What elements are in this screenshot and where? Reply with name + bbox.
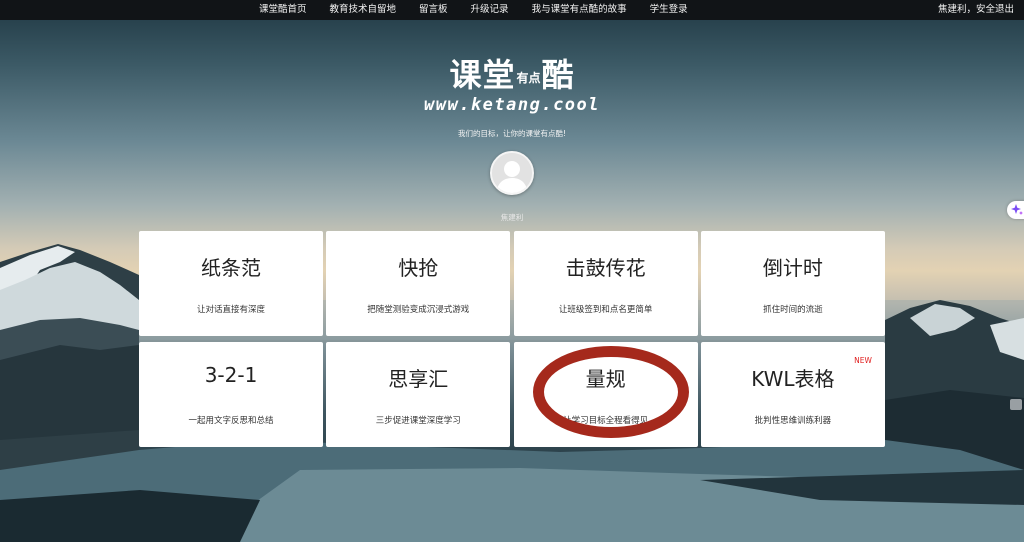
user-area: 焦建利，安全退出 (938, 0, 1014, 20)
card-jigu-chuanhua[interactable]: 击鼓传花 让班级签到和点名更简单 (513, 231, 698, 336)
card-title: 倒计时 (762, 256, 823, 280)
nav-edtech-link[interactable]: 教育技术自留地 (330, 0, 397, 20)
nav-student-login-link[interactable]: 学生登录 (650, 0, 688, 20)
avatar[interactable] (490, 151, 534, 195)
profile-username: 焦建利 (500, 213, 524, 222)
top-navbar: 课堂酷首页 教育技术自留地 留言板 升级记录 我与课堂有点酷的故事 学生登录 焦… (0, 0, 1024, 20)
card-description: 让学习目标全程看得见 (563, 416, 649, 426)
card-description: 一起用文字反思和总结 (188, 416, 274, 426)
user-separator: ， (966, 4, 976, 15)
logo-text-end: 酷 (541, 56, 575, 94)
card-title: 量规 (585, 367, 626, 391)
nav-stories-link[interactable]: 我与课堂有点酷的故事 (532, 0, 627, 20)
card-description: 批判性思维训练利器 (754, 416, 832, 426)
logo-text-small: 有点 (516, 71, 541, 85)
ai-assistant-tab[interactable] (1007, 201, 1024, 219)
card-description: 让对话直接有深度 (196, 305, 265, 315)
nav-home-link[interactable]: 课堂酷首页 (259, 0, 307, 20)
card-rubric[interactable]: 量规 让学习目标全程看得见 (513, 342, 698, 447)
logo-text-main: 课堂 (449, 56, 516, 94)
card-title: 击鼓传花 (565, 256, 646, 280)
card-sixianghui[interactable]: 思享汇 三步促进课堂深度学习 (326, 342, 511, 447)
card-description: 抓住时间的流逝 (763, 305, 823, 315)
card-title: 思享汇 (388, 367, 449, 391)
logout-link[interactable]: 安全退出 (976, 4, 1014, 15)
card-title: 3-2-1 (204, 363, 258, 387)
nav-links: 课堂酷首页 教育技术自留地 留言板 升级记录 我与课堂有点酷的故事 学生登录 (259, 0, 688, 20)
default-user-icon (492, 153, 532, 193)
card-description: 让班级签到和点名更简单 (558, 305, 653, 315)
card-countdown[interactable]: 倒计时 抓住时间的流逝 (700, 231, 885, 336)
card-zhitiaofan[interactable]: 纸条范 让对话直接有深度 (139, 231, 323, 336)
site-slogan: 我们的目标，让你的课堂有点酷! (457, 129, 566, 138)
card-description: 三步促进课堂深度学习 (375, 416, 461, 426)
tool-card-grid: 纸条范 让对话直接有深度 快抢 把随堂测验变成沉浸式游戏 击鼓传花 让班级签到和… (139, 231, 885, 447)
current-user-name[interactable]: 焦建利 (938, 4, 967, 15)
nav-changelog-link[interactable]: 升级记录 (471, 0, 509, 20)
card-title: 纸条范 (201, 256, 261, 280)
new-badge: NEW (854, 356, 872, 365)
side-expand-button[interactable] (1010, 399, 1022, 410)
card-title: KWL表格 (751, 367, 835, 391)
nav-messageboard-link[interactable]: 留言板 (419, 0, 448, 20)
site-logo[interactable]: 课堂有点酷 (0, 50, 1024, 96)
card-title: 快抢 (398, 256, 439, 280)
card-3-2-1[interactable]: 3-2-1 一起用文字反思和总结 (139, 342, 323, 447)
card-kwl-table[interactable]: KWL表格 批判性思维训练利器 NEW (700, 342, 885, 447)
card-kuaiqiang[interactable]: 快抢 把随堂测验变成沉浸式游戏 (326, 231, 511, 336)
site-url: www.ketang.cool (423, 95, 601, 115)
sparkle-icon (1011, 204, 1023, 215)
card-description: 把随堂测验变成沉浸式游戏 (367, 305, 470, 315)
